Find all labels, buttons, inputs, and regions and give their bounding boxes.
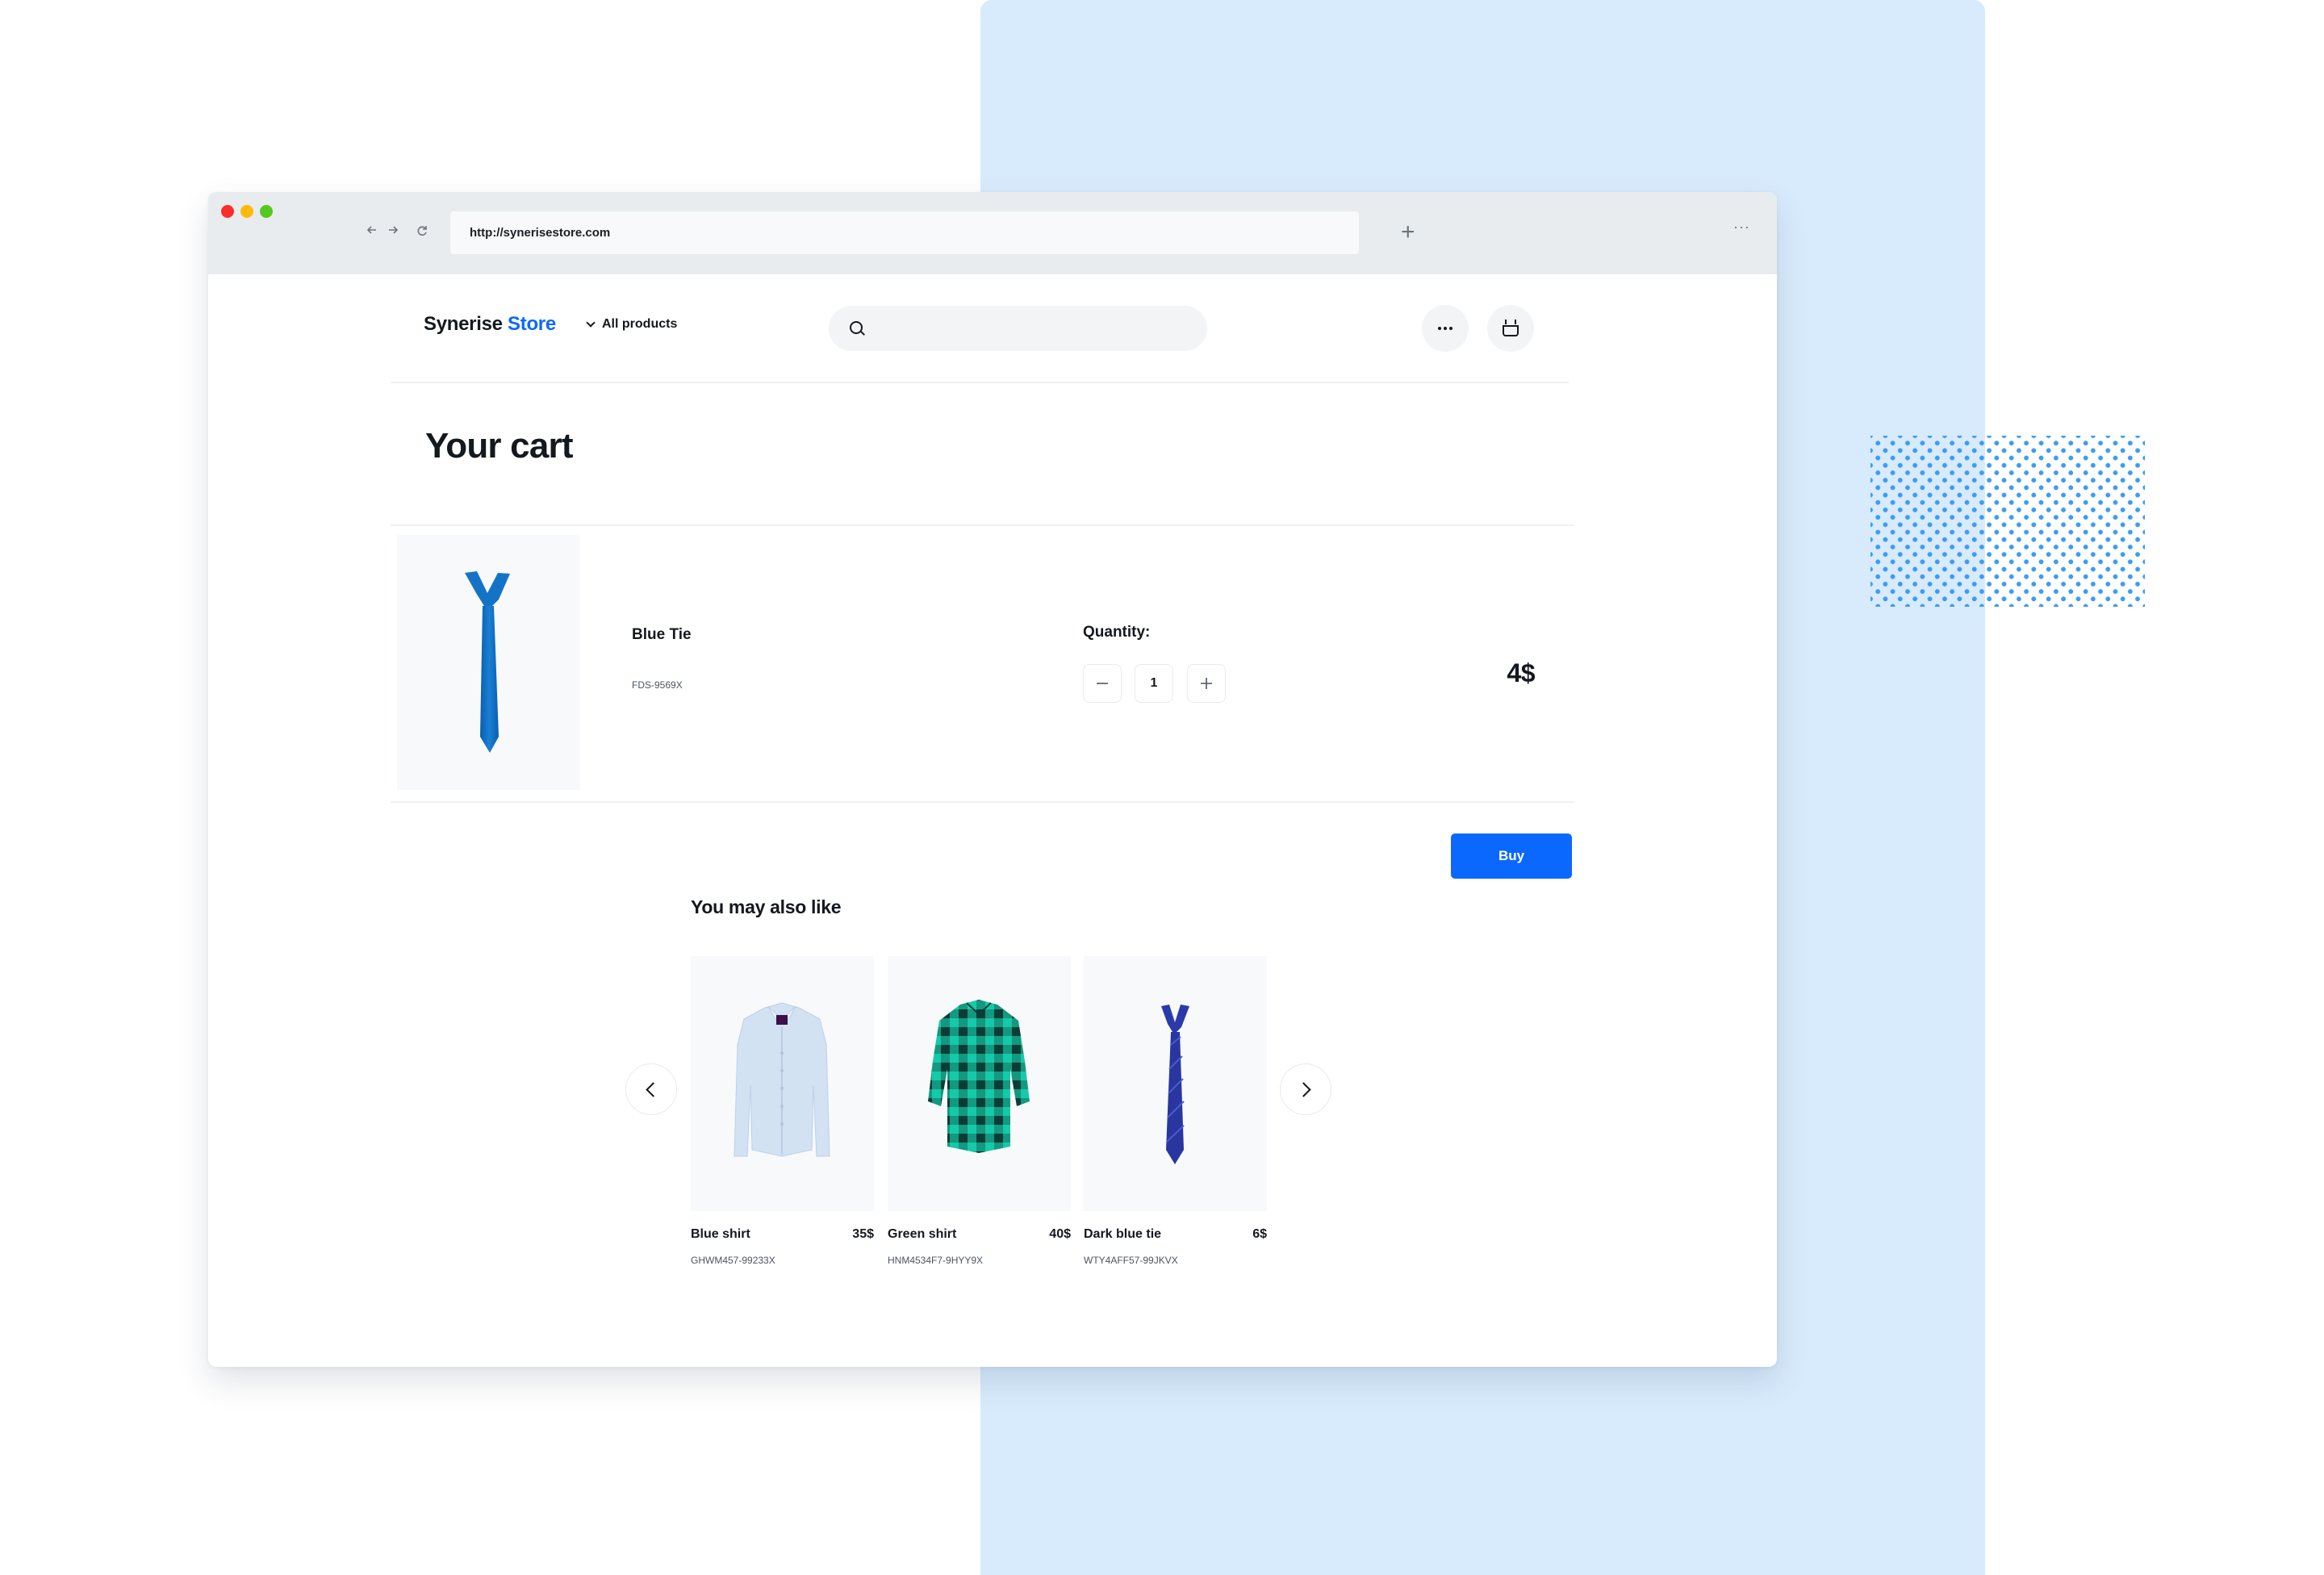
forward-arrow-icon[interactable] — [387, 224, 399, 236]
product-sku: HNM4534F7-9HYY9X — [888, 1255, 984, 1266]
store-logo[interactable]: Synerise Store — [424, 313, 556, 336]
carousel-prev-button[interactable] — [625, 1063, 677, 1115]
product-price: 6$ — [1252, 1227, 1267, 1241]
decrease-quantity-button[interactable] — [1083, 664, 1122, 703]
recommendations-title: You may also like — [691, 896, 842, 917]
product-image-dark-blue-tie[interactable] — [1084, 956, 1267, 1211]
cart-button[interactable] — [1487, 305, 1534, 352]
browser-menu-button[interactable]: ··· — [1733, 219, 1750, 236]
logo-accent-text: Store — [508, 313, 556, 335]
product-sku: WTY4AFF57-99JKVX — [1084, 1255, 1178, 1266]
buy-button[interactable]: Buy — [1451, 833, 1572, 879]
product-image-green-shirt[interactable] — [888, 956, 1071, 1211]
quantity-label: Quantity: — [1083, 624, 1151, 641]
product-image-blue-shirt[interactable] — [691, 956, 874, 1211]
more-horizontal-icon — [1438, 327, 1452, 330]
chevron-down-icon — [586, 318, 596, 328]
cart-item-name[interactable]: Blue Tie — [632, 626, 692, 644]
close-window-button[interactable] — [221, 205, 234, 218]
carousel-next-button[interactable] — [1280, 1063, 1331, 1115]
all-products-menu[interactable]: All products — [586, 317, 678, 332]
product-card[interactable]: Blue shirt 35$ GHWM457-99233X — [691, 956, 874, 1266]
search-icon — [850, 321, 863, 334]
more-options-button[interactable] — [1422, 305, 1469, 352]
dot-pattern-decoration — [1870, 436, 2145, 607]
product-name[interactable]: Green shirt — [888, 1227, 956, 1242]
basket-icon — [1503, 320, 1519, 336]
browser-window: http://synerisestore.com + ··· Synerise … — [208, 192, 1777, 1367]
product-card[interactable]: Dark blue tie 6$ WTY4AFF57-99JKVX — [1084, 956, 1267, 1266]
product-image-blue-tie[interactable] — [397, 535, 580, 790]
product-name[interactable]: Blue shirt — [691, 1227, 750, 1242]
product-name[interactable]: Dark blue tie — [1084, 1227, 1161, 1242]
chevron-left-icon — [646, 1081, 661, 1097]
cart-item-sku: FDS-9569X — [632, 679, 683, 691]
chevron-right-icon — [1296, 1081, 1311, 1097]
quantity-input[interactable]: 1 — [1135, 664, 1173, 703]
new-tab-button[interactable]: + — [1401, 218, 1415, 247]
reload-icon[interactable] — [416, 224, 428, 237]
quantity-value: 1 — [1150, 676, 1158, 690]
address-bar[interactable]: http://synerisestore.com — [450, 211, 1359, 254]
product-price: 40$ — [1049, 1227, 1071, 1241]
logo-main-text: Synerise — [424, 313, 503, 335]
page-title: Your cart — [425, 426, 574, 466]
product-price: 35$ — [852, 1227, 874, 1241]
product-sku: GHWM457-99233X — [691, 1255, 775, 1266]
increase-quantity-button[interactable] — [1187, 664, 1226, 703]
header-divider — [391, 382, 1569, 383]
all-products-label: All products — [602, 317, 678, 331]
browser-toolbar: http://synerisestore.com + ··· — [208, 192, 1777, 274]
minimize-window-button[interactable] — [240, 205, 253, 218]
product-card[interactable]: Green shirt 40$ HNM4534F7-9HYY9X — [888, 956, 1071, 1266]
search-input[interactable] — [829, 306, 1207, 351]
cart-item-price: 4$ — [1507, 658, 1535, 687]
maximize-window-button[interactable] — [260, 205, 273, 218]
back-arrow-icon[interactable] — [366, 224, 378, 236]
minus-icon — [1097, 683, 1108, 684]
cart-bottom-divider — [391, 801, 1574, 803]
cart-top-divider — [391, 524, 1574, 526]
plus-icon — [1201, 678, 1212, 689]
